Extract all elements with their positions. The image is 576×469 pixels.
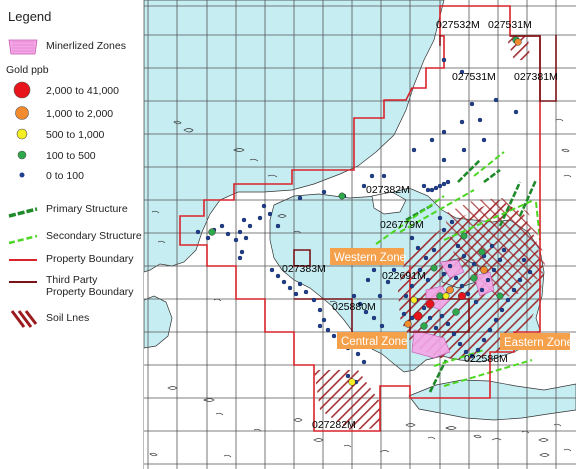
claim-label: 027382M <box>366 184 410 196</box>
legend-primary-structure: Primary Structure <box>0 201 144 221</box>
claim-label: 027381M <box>514 71 558 83</box>
zone-label-text: Eastern Zone <box>504 337 573 349</box>
map-area: 027532M 027531M 027531M 027381M 027382M … <box>144 0 576 469</box>
third-party-label-line2: Property Boundary <box>46 286 134 298</box>
legend-title: Legend <box>8 9 52 24</box>
primary-structure-line-icon <box>8 207 38 218</box>
zone-label-central: Central Zone <box>337 332 407 349</box>
orange-circle-icon <box>15 106 29 120</box>
zone-label-eastern: Eastern Zone <box>500 333 573 350</box>
mineralized-label: Minerlized Zones <box>46 40 126 52</box>
soil-lines-hatch-icon <box>10 310 38 328</box>
gold-ppb-header: Gold ppb <box>6 64 49 76</box>
third-party-label-line1: Third Party <box>46 274 98 286</box>
gold-class-label: 0 to 100 <box>46 170 84 182</box>
legend-gold-class-5: 0 to 100 <box>0 165 144 185</box>
claim-label: 025880M <box>332 301 376 313</box>
gold-class-label: 500 to 1,000 <box>46 129 105 141</box>
red-circle-icon <box>13 81 31 99</box>
third-party-boundary-line-icon <box>9 281 37 283</box>
gold-class-label: 1,000 to 2,000 <box>46 108 114 120</box>
property-boundary-label: Property Boundary <box>46 253 134 265</box>
claim-label: 027383M <box>282 263 326 275</box>
zone-label-text: Central Zone <box>341 336 407 348</box>
zone-label-western: Western Zone <box>330 248 406 265</box>
legend-third-party: Third Party Property Boundary <box>0 272 144 300</box>
property-boundary-line-icon <box>9 259 37 261</box>
primary-structure-label: Primary Structure <box>46 203 128 215</box>
mineralized-zone-swatch <box>8 39 38 55</box>
zone-label-text: Western Zone <box>334 252 406 264</box>
legend-item-mineralized: Minerlized Zones <box>0 37 144 57</box>
soil-lines-label: Soil Lnes <box>46 312 90 324</box>
legend-gold-class-3: 500 to 1,000 <box>0 124 144 144</box>
claim-label: 027531M <box>452 71 496 83</box>
gold-class-label: 2,000 to 41,000 <box>46 85 119 97</box>
blue-dot-icon <box>19 172 25 178</box>
claim-label: 022588M <box>464 353 508 365</box>
legend-gold-class-2: 1,000 to 2,000 <box>0 103 144 123</box>
gold-class-label: 100 to 500 <box>46 150 96 162</box>
claim-label: 027532M <box>436 19 480 31</box>
green-circle-icon <box>17 150 27 160</box>
legend-panel: Legend Minerlized Zones Gold ppb 2,000 t… <box>0 0 144 469</box>
claim-label: 027531M <box>488 19 532 31</box>
map-figure: Legend Minerlized Zones Gold ppb 2,000 t… <box>0 0 576 469</box>
map-canvas: 027532M 027531M 027531M 027381M 027382M … <box>144 0 576 469</box>
secondary-structure-line-icon <box>8 234 38 245</box>
legend-property-boundary: Property Boundary <box>0 250 144 270</box>
legend-gold-class-1: 2,000 to 41,000 <box>0 80 144 100</box>
legend-soil-lines: Soil Lnes <box>0 309 144 329</box>
claim-label: 026779M <box>380 219 424 231</box>
legend-secondary-structure: Secondary Structure <box>0 228 144 248</box>
claim-label: 022691M <box>382 270 426 282</box>
legend-gold-class-4: 100 to 500 <box>0 145 144 165</box>
claim-label: 027282M <box>312 419 356 431</box>
yellow-circle-icon <box>16 128 28 140</box>
secondary-structure-label: Secondary Structure <box>46 230 142 242</box>
